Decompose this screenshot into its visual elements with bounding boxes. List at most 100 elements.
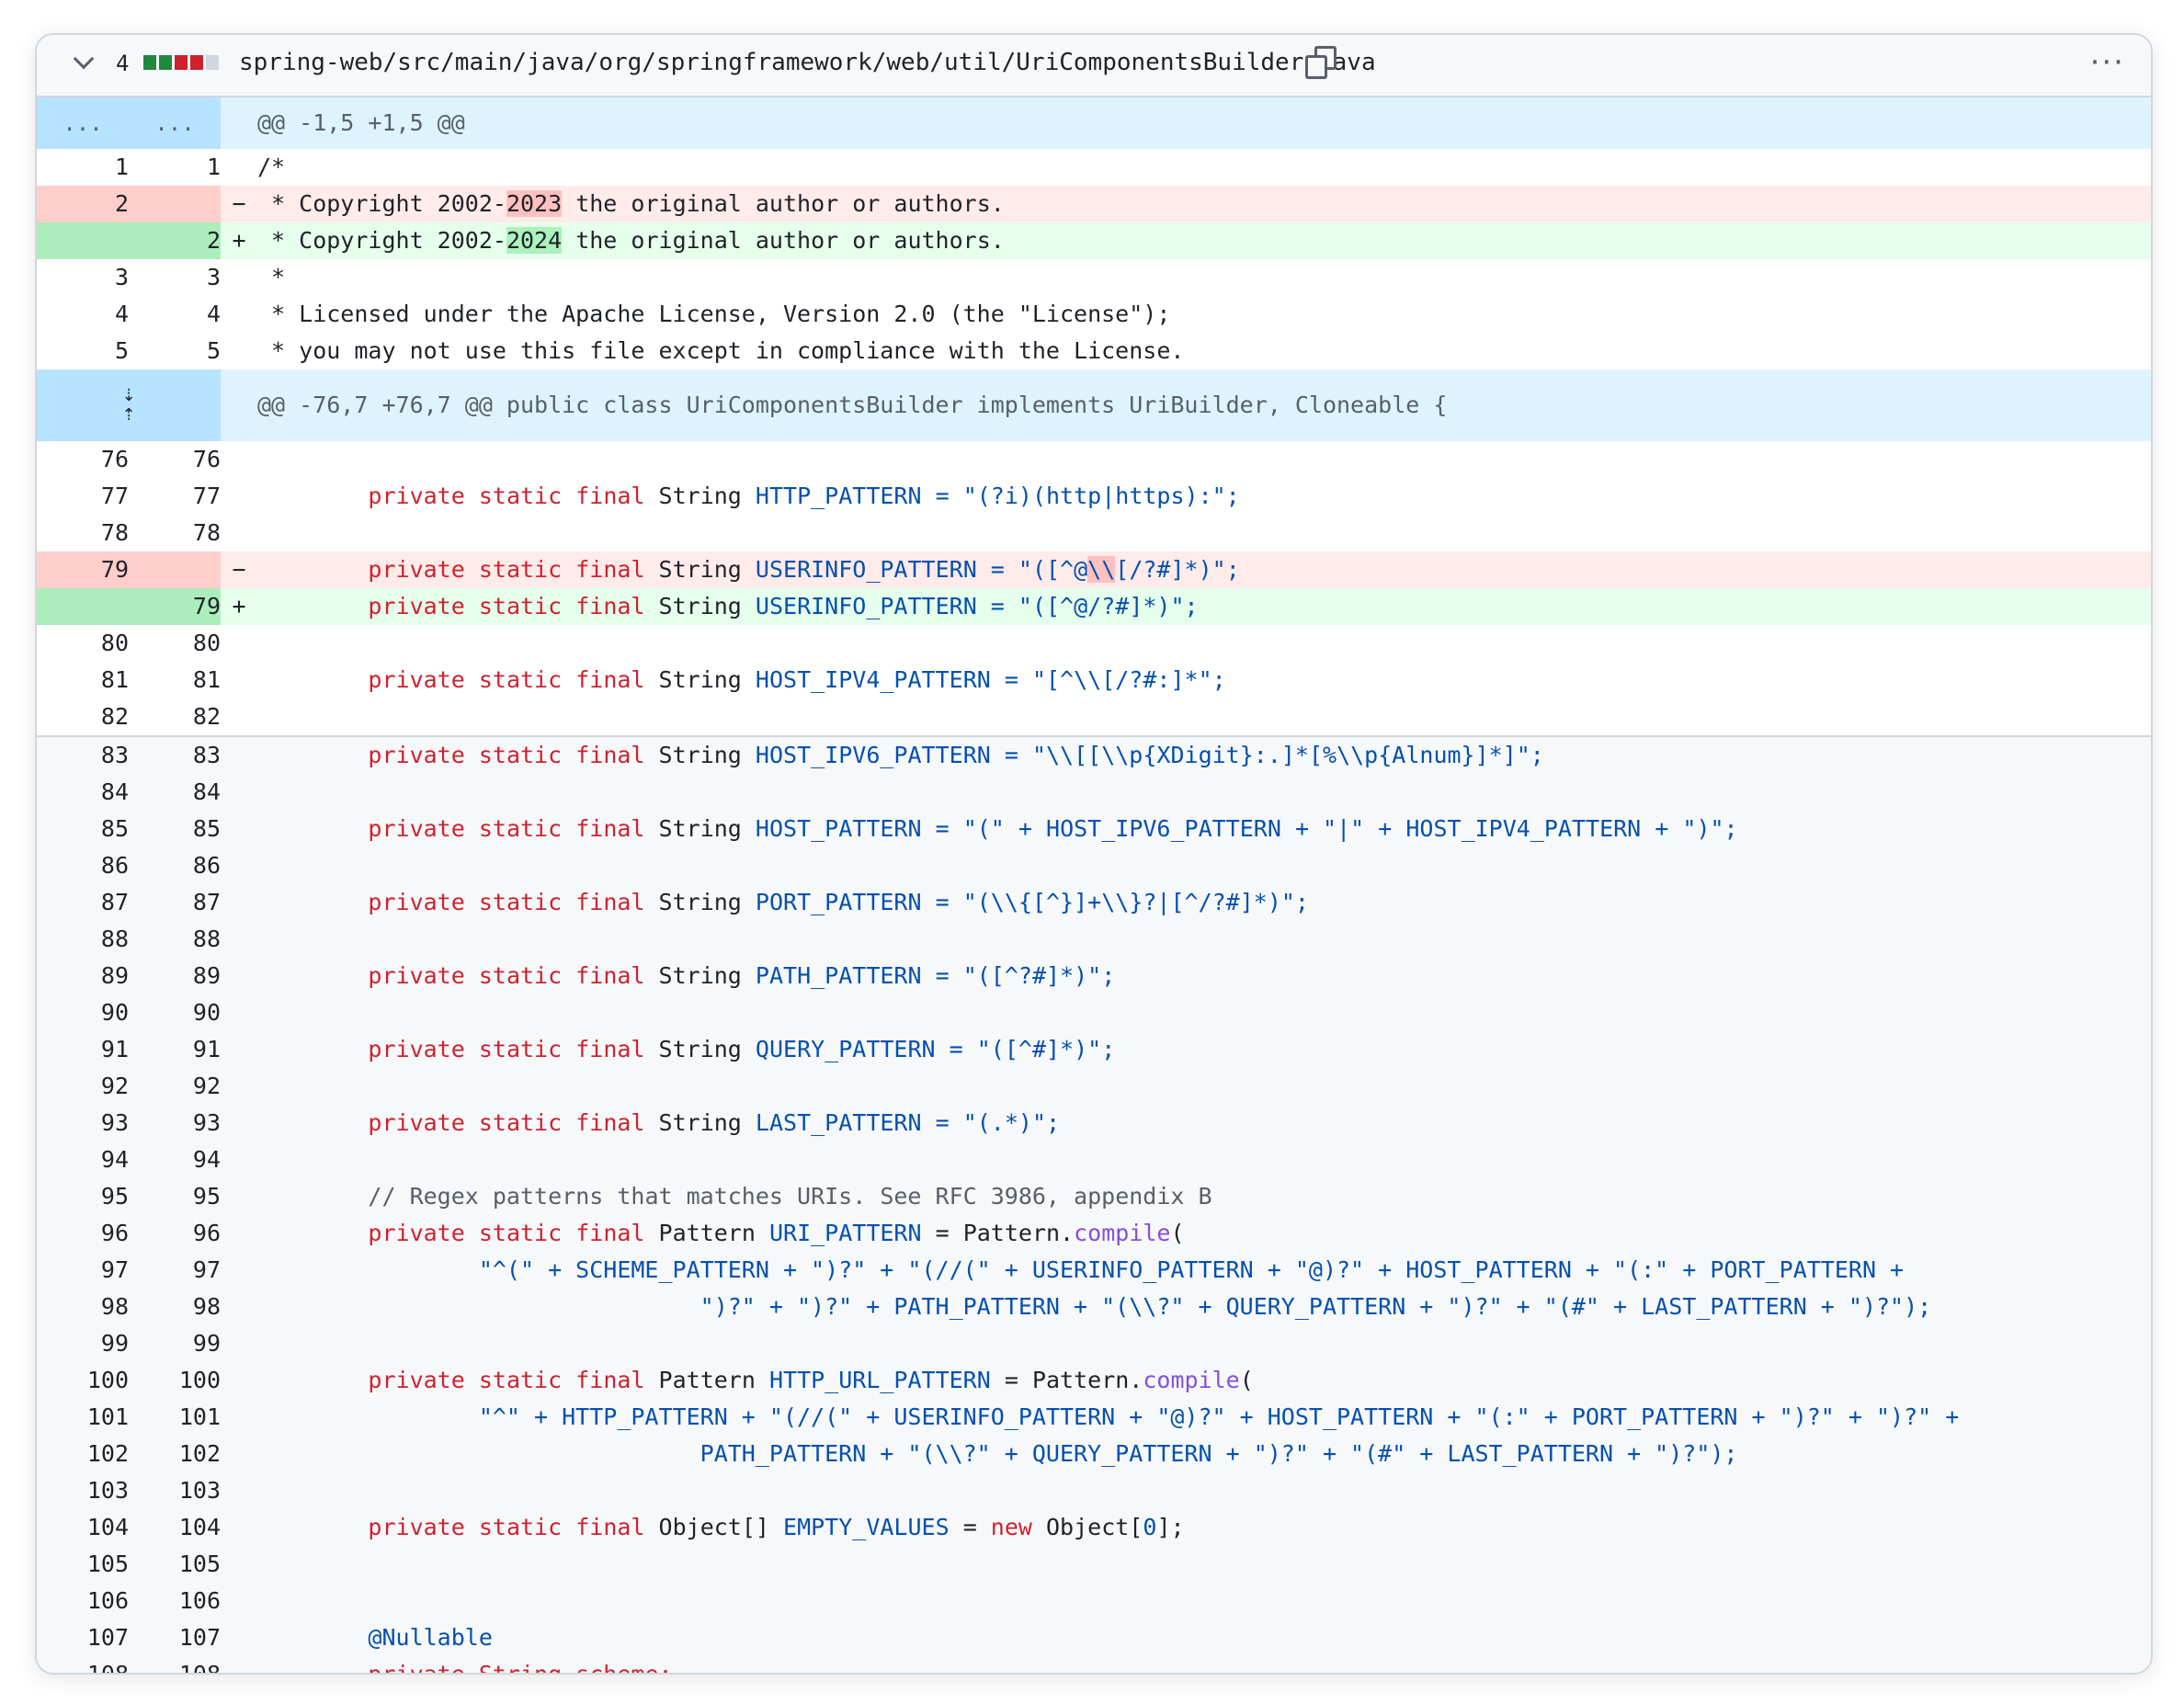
old-line-number[interactable]: 107 (37, 1619, 129, 1656)
new-line-number[interactable]: 105 (129, 1546, 221, 1583)
new-line-number[interactable]: 4 (129, 296, 221, 333)
old-line-number[interactable]: 100 (37, 1362, 129, 1399)
new-line-number[interactable]: 107 (129, 1619, 221, 1656)
more-options-icon[interactable]: ··· (2090, 44, 2125, 81)
new-line-number[interactable]: 91 (129, 1031, 221, 1068)
old-line-number[interactable]: 93 (37, 1105, 129, 1142)
diff-line: 86 86 (37, 847, 2151, 884)
new-line-number[interactable]: 93 (129, 1105, 221, 1142)
new-line-number[interactable]: 85 (129, 811, 221, 847)
old-line-number[interactable]: 81 (37, 662, 129, 699)
old-line-number[interactable]: 5 (37, 333, 129, 369)
old-line-number[interactable]: 97 (37, 1252, 129, 1289)
old-line-number[interactable]: 108 (37, 1656, 129, 1673)
new-line-number[interactable]: 77 (129, 478, 221, 515)
old-line-number[interactable]: 102 (37, 1436, 129, 1472)
expand-up-button[interactable]: ... (129, 97, 221, 149)
diff-line: 103 103 (37, 1472, 2151, 1509)
new-line-number[interactable]: 76 (129, 441, 221, 478)
old-line-number[interactable]: 78 (37, 515, 129, 551)
old-line-number[interactable]: 106 (37, 1583, 129, 1619)
expand-up-button[interactable]: ... (37, 97, 129, 149)
new-line-number[interactable]: 80 (129, 625, 221, 662)
diff-line: 78 78 (37, 515, 2151, 551)
old-line-number[interactable]: 94 (37, 1142, 129, 1178)
old-line-number[interactable]: 101 (37, 1399, 129, 1436)
old-line-number[interactable]: 77 (37, 478, 129, 515)
old-line-number[interactable]: 104 (37, 1509, 129, 1546)
new-line-number[interactable]: 79 (129, 588, 221, 625)
diff-table: ... ... @@ -1,5 +1,5 @@ 11 /* 2 − * Copy… (37, 97, 2151, 1673)
expand-down-icon[interactable]: ⇣ (121, 386, 135, 405)
new-line-number[interactable]: 95 (129, 1178, 221, 1215)
new-line-number[interactable]: 101 (129, 1399, 221, 1436)
diff-line: 55 * you may not use this file except in… (37, 333, 2151, 369)
old-line-number[interactable]: 83 (37, 737, 129, 774)
new-line-number[interactable]: 108 (129, 1656, 221, 1673)
old-line-number[interactable]: 99 (37, 1325, 129, 1362)
new-line-number[interactable]: 100 (129, 1362, 221, 1399)
new-line-number[interactable]: 103 (129, 1472, 221, 1509)
old-line-number[interactable]: 84 (37, 774, 129, 811)
diff-line: 82 82 (37, 699, 2151, 735)
old-line-number[interactable]: 82 (37, 699, 129, 735)
new-line-number[interactable]: 96 (129, 1215, 221, 1252)
new-line-number[interactable]: 81 (129, 662, 221, 699)
new-line-number[interactable]: 78 (129, 515, 221, 551)
new-line-number[interactable]: 102 (129, 1436, 221, 1472)
diff-line: 95 95 // Regex patterns that matches URIs… (37, 1178, 2151, 1215)
old-line-number[interactable]: 92 (37, 1068, 129, 1105)
new-line-number[interactable]: 98 (129, 1289, 221, 1325)
old-line-number[interactable]: 87 (37, 884, 129, 921)
old-line-number[interactable]: 2 (37, 186, 129, 222)
new-line-number[interactable]: 83 (129, 737, 221, 774)
diff-line: 99 99 (37, 1325, 2151, 1362)
old-line-number[interactable]: 76 (37, 441, 129, 478)
new-line-number[interactable]: 87 (129, 884, 221, 921)
deletion-marker: − (221, 186, 257, 222)
new-line-number[interactable]: 89 (129, 958, 221, 994)
old-line-number[interactable]: 1 (37, 149, 129, 186)
old-line-number[interactable]: 95 (37, 1178, 129, 1215)
new-line-number[interactable]: 99 (129, 1325, 221, 1362)
old-line-number[interactable]: 3 (37, 259, 129, 296)
new-line-number[interactable]: 94 (129, 1142, 221, 1178)
new-line-number[interactable]: 90 (129, 994, 221, 1031)
old-line-number[interactable]: 103 (37, 1472, 129, 1509)
new-line-number[interactable]: 88 (129, 921, 221, 958)
old-line-number[interactable]: 98 (37, 1289, 129, 1325)
old-line-number[interactable]: 96 (37, 1215, 129, 1252)
new-line-number[interactable]: 86 (129, 847, 221, 884)
copy-icon[interactable] (1303, 44, 1337, 79)
new-line-number[interactable]: 104 (129, 1509, 221, 1546)
old-line-number[interactable]: 86 (37, 847, 129, 884)
old-line-number[interactable]: 79 (37, 551, 129, 588)
old-line-number[interactable]: 85 (37, 811, 129, 847)
old-line-number[interactable]: 91 (37, 1031, 129, 1068)
new-line-number[interactable]: 3 (129, 259, 221, 296)
old-line-number[interactable]: 80 (37, 625, 129, 662)
old-line-number[interactable]: 90 (37, 994, 129, 1031)
new-line-number[interactable]: 84 (129, 774, 221, 811)
code-comment: // Regex patterns that matches URIs. See… (368, 1183, 1212, 1210)
new-line-number[interactable]: 5 (129, 333, 221, 369)
diff-line: 101 101 "^" + HTTP_PATTERN + "(//(" + USE… (37, 1399, 2151, 1436)
new-line-number[interactable]: 2 (129, 222, 221, 259)
old-line-number[interactable]: 89 (37, 958, 129, 994)
new-line-number[interactable]: 1 (129, 149, 221, 186)
old-line-number[interactable]: 105 (37, 1546, 129, 1583)
chevron-down-icon[interactable] (74, 51, 94, 72)
expand-controls: ⇣ ⇡ (37, 369, 221, 441)
old-line-number[interactable]: 4 (37, 296, 129, 333)
diff-line: 100 100 private static final Pattern HTTP… (37, 1362, 2151, 1399)
added-line: 2 + * Copyright 2002-2024 the original a… (37, 222, 2151, 259)
old-line-number[interactable]: 88 (37, 921, 129, 958)
expand-up-icon[interactable]: ⇡ (121, 405, 135, 425)
line-code: * Licensed under the Apache License, Ver… (257, 301, 1171, 327)
new-line-number[interactable]: 106 (129, 1583, 221, 1619)
new-line-number[interactable]: 92 (129, 1068, 221, 1105)
new-line-number[interactable]: 82 (129, 699, 221, 735)
file-path[interactable]: spring-web/src/main/java/org/springframe… (239, 49, 1376, 76)
new-line-number[interactable]: 97 (129, 1252, 221, 1289)
diff-line: 76 76 (37, 441, 2151, 478)
